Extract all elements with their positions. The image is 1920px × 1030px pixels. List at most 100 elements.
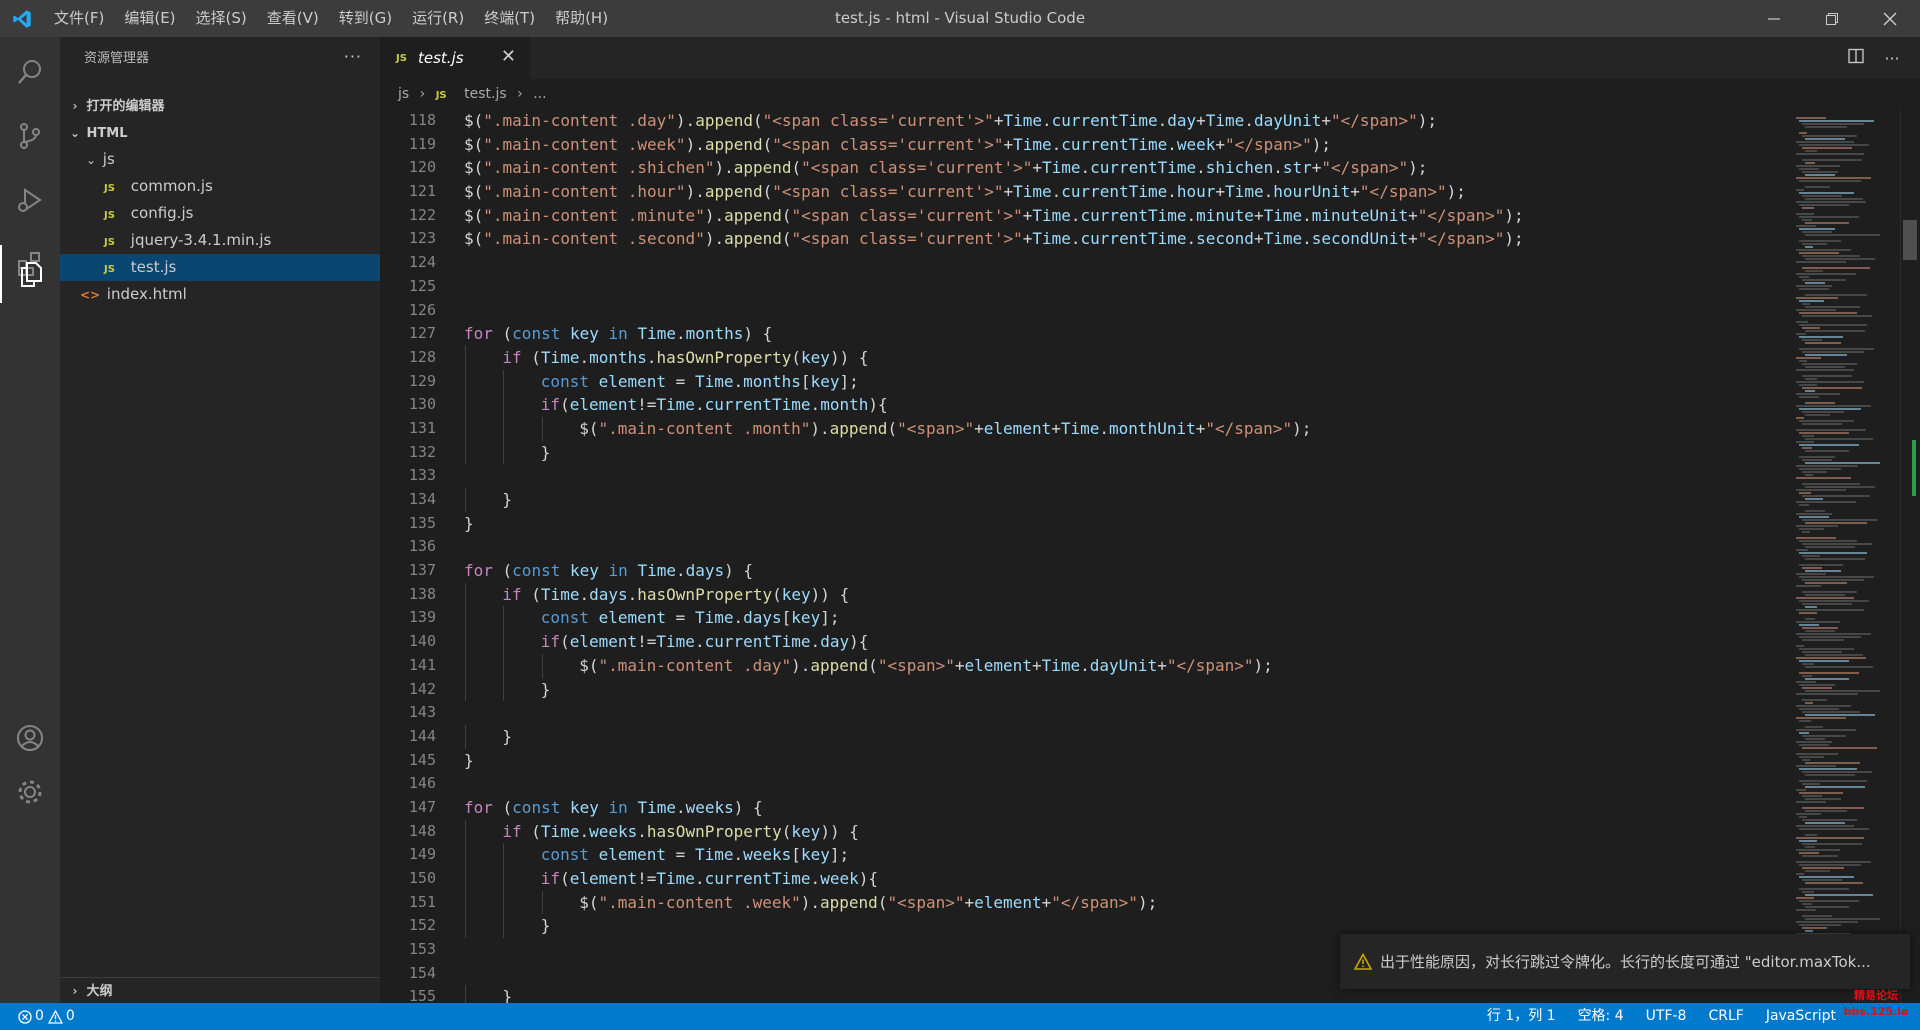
split-editor-icon[interactable] — [1838, 48, 1874, 68]
minimap-line — [1805, 702, 1813, 704]
code-editor[interactable]: 118 119 120 121 122 123 124 125 126 127 128 129 130 1… — [380, 109, 1780, 1003]
code-token: key — [569, 561, 599, 581]
minimap-line — [1799, 792, 1843, 794]
open-editors-section[interactable]: › 打开的编辑器 — [60, 93, 380, 119]
code-line: for (const key in Time.weeks) { — [464, 796, 1764, 820]
code-line: $(".main-content .shichen").append("<spa… — [464, 156, 1764, 180]
restore-button[interactable] — [1803, 0, 1861, 37]
minimap-line — [1799, 888, 1849, 890]
code-token: Time — [1013, 134, 1052, 154]
minimap-line — [1799, 276, 1809, 278]
minimize-icon — [1768, 17, 1780, 20]
minimap-line — [1802, 495, 1870, 497]
tree-file-common[interactable]: JS common.js — [60, 173, 380, 200]
code-token: ){ — [868, 395, 888, 415]
breadcrumb-file[interactable]: test.js — [464, 86, 507, 102]
code-token: Time — [1032, 205, 1071, 225]
minimap-line — [1799, 600, 1869, 602]
code-token: dayUnit — [1089, 655, 1158, 675]
minimap-line — [1799, 240, 1841, 242]
manage-activity[interactable] — [0, 763, 60, 821]
breadcrumb-symbols[interactable]: ... — [533, 86, 546, 102]
menu-item[interactable]: 查看(V) — [257, 0, 329, 37]
minimap-line — [1802, 903, 1812, 905]
end-of-line[interactable]: CRLF — [1708, 1003, 1743, 1030]
minimap-line — [1799, 180, 1861, 182]
outline-section[interactable]: › 大纲 — [60, 977, 380, 1004]
tree-file-index[interactable]: <> index.html — [60, 281, 380, 308]
code-token: append — [724, 229, 782, 249]
menu-item[interactable]: 文件(F) — [44, 0, 114, 37]
tree-file-test[interactable]: JS test.js — [60, 254, 380, 281]
tree-file-jquery[interactable]: JS jquery-3.4.1.min.js — [60, 227, 380, 254]
line-number: 143 — [408, 703, 436, 722]
close-window-button[interactable] — [1861, 0, 1919, 37]
indentation[interactable]: 空格: 4 — [1578, 1003, 1624, 1030]
code-lines[interactable]: $(".main-content .day").append("<span cl… — [464, 109, 1764, 1003]
minimap[interactable] — [1790, 109, 1900, 1003]
line-number: 141 — [408, 655, 436, 674]
code-token: key — [791, 821, 821, 841]
code-token: ); — [1417, 111, 1437, 130]
code-token: . — [646, 347, 657, 367]
code-token: ( — [521, 347, 541, 367]
tab-test-js[interactable]: JS test.js ✕ — [380, 37, 530, 79]
close-tab-icon[interactable]: ✕ — [501, 46, 516, 67]
notification-message: 出于性能原因，对长行跳过令牌化。长行的长度可通过 "editor.maxTok.… — [1380, 953, 1871, 971]
indent-guide — [503, 606, 505, 631]
line-number: 138 — [408, 584, 436, 603]
minimap-line — [1802, 771, 1872, 773]
search-activity[interactable] — [0, 43, 60, 101]
code-token: + — [1051, 418, 1061, 438]
minimap-line — [1796, 765, 1836, 767]
code-token: ]; — [820, 608, 840, 628]
notification-toast[interactable]: 出于性能原因，对长行跳过令牌化。长行的长度可通过 "editor.maxTok.… — [1340, 934, 1910, 989]
code-token: key — [781, 584, 811, 604]
minimap-line — [1796, 897, 1814, 899]
breadcrumb-folder[interactable]: js — [398, 86, 409, 102]
menu-item[interactable]: 转到(G) — [329, 0, 402, 37]
indent-guide — [465, 843, 466, 867]
code-token: = — [666, 371, 695, 391]
run-debug-activity[interactable] — [0, 171, 60, 229]
accounts-activity[interactable] — [0, 709, 60, 767]
indent-guide — [465, 606, 466, 631]
code-token: ( — [791, 158, 802, 178]
minimap-line — [1796, 225, 1816, 227]
minimap-line — [1799, 624, 1819, 626]
workspace-section[interactable]: ⌄ HTML — [60, 120, 380, 146]
code-token: "<span class='current'>" — [772, 134, 1004, 154]
minimap-line — [1799, 288, 1829, 290]
problems-indicator[interactable]: 0 0 — [18, 1003, 75, 1030]
code-line: } — [464, 724, 1764, 749]
language-mode[interactable]: JavaScript — [1766, 1003, 1836, 1030]
menu-item[interactable]: 运行(R) — [402, 0, 474, 37]
indent-guide — [465, 582, 466, 607]
scrollbar-thumb[interactable] — [1903, 220, 1917, 260]
minimap-line — [1796, 489, 1846, 491]
explorer-activity[interactable] — [0, 245, 60, 303]
more-actions-icon[interactable]: ··· — [344, 37, 362, 77]
menu-item[interactable]: 选择(S) — [186, 0, 257, 37]
tree-file-config[interactable]: JS config.js — [60, 200, 380, 227]
code-token: currentTime — [704, 395, 811, 415]
code-token: . — [1302, 229, 1312, 249]
minimap-line — [1796, 393, 1840, 395]
cursor-position[interactable]: 行 1，列 1 — [1487, 1003, 1556, 1030]
minimize-button[interactable] — [1745, 0, 1803, 37]
menu-item[interactable]: 编辑(E) — [114, 0, 185, 37]
minimap-line — [1796, 465, 1858, 467]
code-token: $( — [464, 205, 484, 225]
menu-item[interactable]: 终端(T) — [474, 0, 545, 37]
menu-item[interactable]: 帮助(H) — [545, 0, 618, 37]
tree-folder-js[interactable]: ⌄ js — [60, 146, 380, 173]
code-token: . — [1186, 205, 1197, 225]
source-control-activity[interactable] — [0, 107, 60, 165]
minimap-line — [1799, 852, 1819, 854]
code-token: "<span>" — [877, 655, 955, 675]
code-token: } — [464, 513, 474, 533]
more-actions-icon[interactable]: ··· — [1874, 49, 1910, 68]
encoding[interactable]: UTF-8 — [1646, 1003, 1687, 1030]
code-token: monthUnit — [1109, 418, 1196, 438]
